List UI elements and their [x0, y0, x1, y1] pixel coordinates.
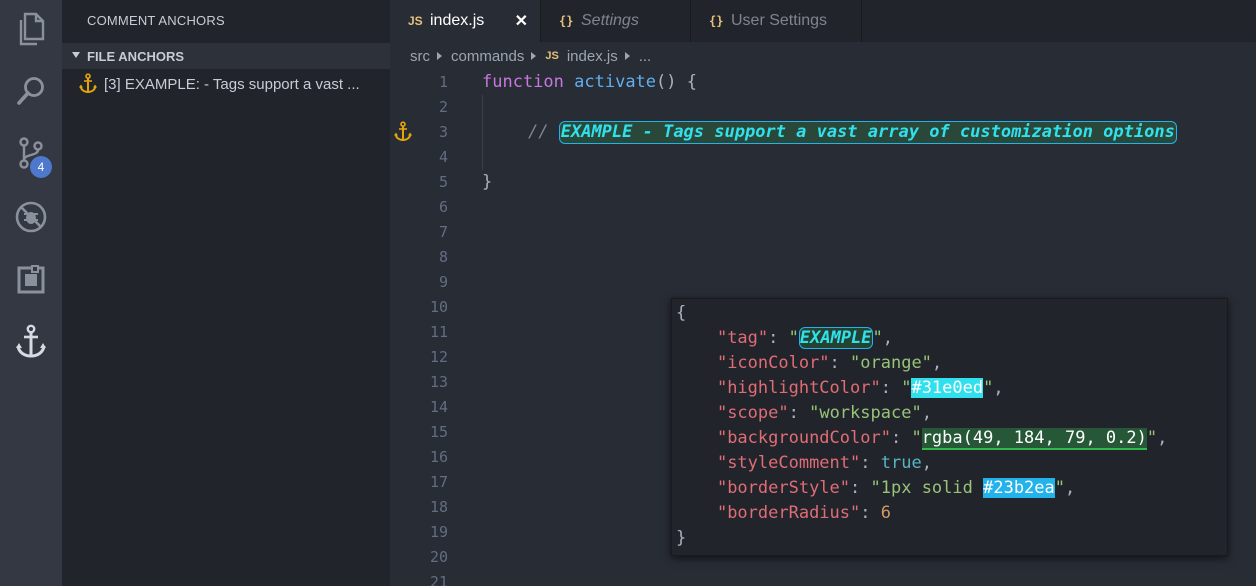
files-icon[interactable] — [12, 10, 50, 48]
section-label: FILE ANCHORS — [87, 49, 185, 64]
popup-line: { — [676, 301, 686, 326]
popup-line: "highlightColor": "#31e0ed", — [716, 378, 1004, 398]
popup-line: "borderStyle": "1px solid #23b2ea", — [716, 478, 1076, 498]
line-number: 2 — [438, 98, 448, 116]
anchor-icon[interactable] — [12, 323, 50, 361]
popup-line: "scope": "workspace", — [716, 403, 932, 423]
breadcrumb-item-commands[interactable]: commands — [451, 48, 524, 65]
breadcrumb-item-src[interactable]: src — [410, 48, 430, 65]
list-item[interactable]: [3] EXAMPLE: - Tags support a vast ... — [62, 71, 390, 97]
activity-bar: 4 — [0, 0, 62, 586]
json-key: "tag" — [716, 328, 769, 348]
tab-divider — [861, 0, 862, 42]
json-key: "borderRadius" — [716, 503, 861, 523]
line-number: 4 — [438, 148, 448, 166]
json-value: "orange" — [850, 353, 932, 373]
tab-index-js[interactable]: JS index.js ✕ — [390, 0, 540, 42]
chevron-right-icon — [624, 52, 630, 60]
popup-line: "iconColor": "orange", — [716, 353, 943, 373]
line-number: 11 — [429, 323, 448, 341]
debug-icon[interactable] — [12, 198, 50, 236]
line-number: 10 — [429, 298, 448, 316]
chevron-right-icon — [531, 52, 537, 60]
json-value: true — [880, 453, 922, 473]
json-value: 1px solid — [880, 478, 984, 498]
line-number: 13 — [429, 373, 448, 391]
popup-line: "backgroundColor": "rgba(49, 184, 79, 0.… — [716, 428, 1168, 450]
code-line-1: function activate() { — [482, 70, 697, 95]
comment-anchors-sidebar: COMMENT ANCHORS FILE ANCHORS [3] EXAMPLE… — [62, 0, 390, 586]
extensions-icon[interactable] — [12, 261, 50, 299]
punctuation: () { — [656, 72, 697, 92]
breadcrumb-item-more[interactable]: ... — [639, 48, 652, 65]
color-swatch-value: #31e0ed — [911, 378, 984, 398]
indent-guide — [482, 95, 483, 170]
line-number: 18 — [429, 498, 448, 516]
tab-label: index.js — [430, 12, 485, 29]
anchor-icon — [78, 73, 98, 100]
js-file-icon: JS — [408, 14, 423, 28]
settings-hover-popup: { "tag": "EXAMPLE", "iconColor": "orange… — [671, 298, 1228, 556]
tab-label: User Settings — [731, 12, 828, 29]
comment-marker: // — [528, 122, 549, 142]
chevron-right-icon — [437, 52, 442, 60]
tab-bar: JS index.js ✕ {} Settings {} User Settin… — [390, 0, 1256, 42]
line-number: 21 — [429, 573, 448, 586]
code-line-3: // EXAMPLE - Tags support a vast array o… — [528, 120, 1177, 145]
popup-line: "borderRadius": 6 — [716, 503, 891, 523]
chevron-down-icon — [72, 52, 80, 58]
line-number: 16 — [429, 448, 448, 466]
line-number: 8 — [438, 248, 448, 266]
json-key: "scope" — [716, 403, 789, 423]
line-number: 6 — [438, 198, 448, 216]
punctuation: } — [482, 172, 493, 192]
sidebar-title: COMMENT ANCHORS — [87, 13, 225, 28]
json-key: "borderStyle" — [716, 478, 851, 498]
keyword: function — [482, 72, 564, 92]
breadcrumb: src commands JS index.js ... — [390, 42, 1256, 70]
line-number: 9 — [438, 273, 448, 291]
popup-line: "tag": "EXAMPLE", — [716, 327, 894, 349]
line-number: 5 — [438, 173, 448, 191]
json-value: "workspace" — [809, 403, 922, 423]
open-brace: { — [676, 303, 687, 323]
source-control-badge: 4 — [30, 156, 52, 178]
line-number: 12 — [429, 348, 448, 366]
json-key: "styleComment" — [716, 453, 861, 473]
code-line-5: } — [482, 170, 492, 195]
tab-label: Settings — [581, 12, 639, 29]
color-swatch-value: rgba(49, 184, 79, 0.2) — [921, 428, 1147, 450]
file-anchors-section[interactable]: FILE ANCHORS — [62, 43, 390, 69]
line-number: 19 — [429, 523, 448, 541]
anchor-highlight: EXAMPLE - Tags support a vast array of c… — [558, 121, 1177, 144]
tag-preview: EXAMPLE — [798, 327, 873, 349]
list-item-label: [3] EXAMPLE: - Tags support a vast ... — [104, 76, 360, 93]
search-icon[interactable] — [12, 72, 50, 110]
json-value: 6 — [880, 503, 891, 523]
popup-line: "styleComment": true, — [716, 453, 932, 473]
tab-user-settings[interactable]: {} User Settings — [691, 0, 861, 42]
close-brace: } — [676, 528, 687, 548]
js-file-icon: JS — [545, 50, 559, 62]
tab-settings[interactable]: {} Settings — [541, 0, 690, 42]
line-number: 14 — [429, 398, 448, 416]
anchor-icon[interactable] — [393, 121, 413, 148]
line-number: 7 — [438, 223, 448, 241]
function-name: activate — [574, 72, 657, 92]
popup-line: } — [676, 526, 686, 551]
line-number: 20 — [429, 548, 448, 566]
color-swatch-value: #23b2ea — [983, 478, 1055, 498]
line-number: 1 — [438, 73, 448, 91]
json-key: "highlightColor" — [716, 378, 881, 398]
line-number: 17 — [429, 473, 448, 491]
json-file-icon: {} — [559, 14, 574, 28]
close-icon[interactable]: ✕ — [515, 11, 528, 31]
breadcrumb-item-file[interactable]: index.js — [567, 48, 618, 65]
json-file-icon: {} — [709, 14, 724, 28]
json-key: "backgroundColor" — [716, 428, 891, 448]
line-number: 15 — [429, 423, 448, 441]
json-key: "iconColor" — [716, 353, 830, 373]
